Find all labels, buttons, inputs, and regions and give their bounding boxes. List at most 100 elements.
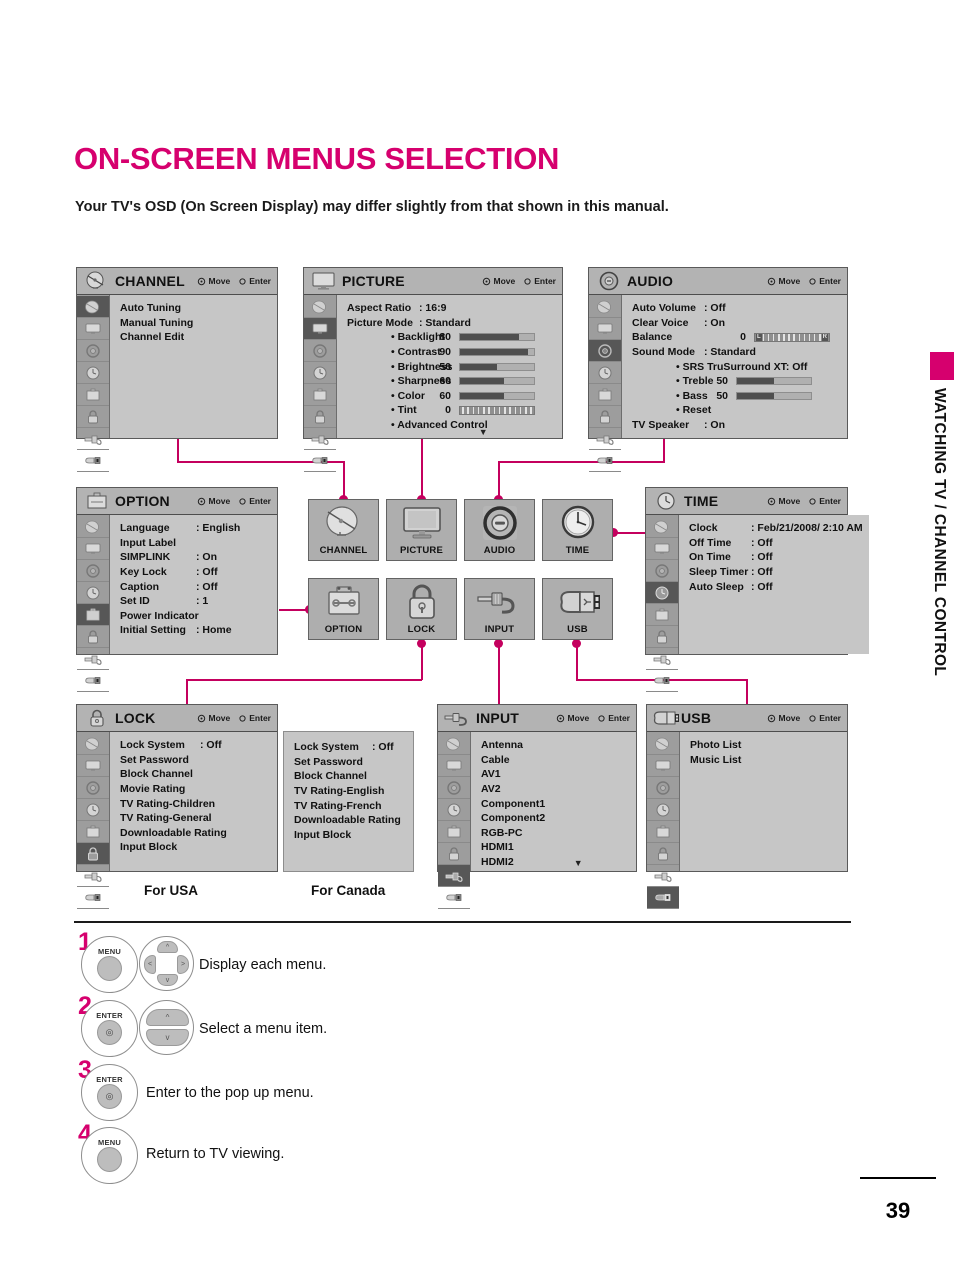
menu-icon-audio[interactable]: AUDIO [464,499,535,561]
rail-icon-option[interactable] [646,604,678,626]
menu-row-slider[interactable]: • Treble 50 [632,374,841,389]
rail-icon-channel[interactable] [77,516,109,538]
slider-bass[interactable] [736,391,812,400]
menu-row-slider[interactable]: • Tint 0 [347,403,556,418]
menu-row-slider[interactable]: • Backlight 80 [347,330,556,345]
rail-icon-picture[interactable] [646,538,678,560]
rail-icon-time[interactable] [77,582,109,604]
menu-row[interactable]: Manual Tuning [120,316,271,331]
rail-icon-input[interactable] [647,865,679,887]
rail-icon-option[interactable] [438,821,470,843]
rail-icon-channel[interactable] [647,733,679,755]
rail-icon-lock[interactable] [77,406,109,428]
menu-row[interactable]: Input Label [120,536,271,551]
rail-icon-audio[interactable] [77,777,109,799]
rail-icon-input[interactable] [304,428,336,450]
menu-button-knob[interactable] [97,1147,122,1172]
down-button[interactable]: v [146,1029,189,1046]
scroll-down-caret[interactable]: ▼ [521,859,637,868]
rail-icon-lock[interactable] [647,843,679,865]
rail-icon-lock[interactable] [77,843,109,865]
menu-row[interactable]: Sleep Timer: Off [689,565,863,580]
rail-icon-audio[interactable] [647,777,679,799]
menu-row[interactable]: Downloadable Rating [294,813,403,828]
menu-row[interactable]: Key Lock: Off [120,565,271,580]
menu-row[interactable]: Input Block [294,828,403,843]
menu-row[interactable]: Picture Mode: Standard [347,316,556,331]
rail-icon-time[interactable] [589,362,621,384]
slider-contrast[interactable] [459,348,535,357]
menu-row[interactable]: Block Channel [120,767,271,782]
rail-icon-channel[interactable] [304,296,336,318]
slider-color[interactable] [459,391,535,400]
rail-icon-usb[interactable] [647,887,679,909]
menu-row-slider[interactable]: • Contrast 90 [347,345,556,360]
up-button[interactable]: ^ [146,1009,189,1026]
menu-row[interactable]: Auto Tuning [120,301,271,316]
slider-brightness[interactable] [459,362,535,371]
menu-row[interactable]: Antenna [481,738,630,753]
rail-icon-picture[interactable] [77,755,109,777]
menu-row[interactable]: Cable [481,753,630,768]
menu-row[interactable]: TV Rating-English [294,784,403,799]
rail-icon-input[interactable] [77,865,109,887]
menu-row[interactable]: Clock: Feb/21/2008/ 2:10 AM [689,521,863,536]
rail-icon-lock[interactable] [304,406,336,428]
rail-icon-channel[interactable] [589,296,621,318]
menu-row[interactable]: TV Rating-French [294,798,403,813]
enter-button-knob[interactable]: ◎ [97,1020,122,1045]
rail-icon-picture[interactable] [77,318,109,340]
menu-row[interactable]: RGB-PC [481,826,630,841]
menu-row[interactable]: Component1 [481,796,630,811]
menu-icon-channel[interactable]: CHANNEL [308,499,379,561]
menu-row[interactable]: TV Rating-General [120,811,271,826]
menu-icon-option[interactable]: OPTION [308,578,379,640]
rail-icon-lock[interactable] [646,626,678,648]
slider-backlight[interactable] [459,333,535,342]
menu-icon-lock[interactable]: LOCK [386,578,457,640]
menu-row[interactable]: Music List [690,753,841,768]
enter-button-3[interactable]: ENTER ◎ [81,1064,138,1121]
menu-button-4[interactable]: MENU [81,1127,138,1184]
rail-icon-time[interactable] [646,582,678,604]
menu-button-1[interactable]: MENU [81,936,138,993]
menu-row-slider[interactable]: • Bass 50 [632,389,841,404]
nav-up-button[interactable]: ^ [157,941,178,953]
menu-icon-picture[interactable]: PICTURE [386,499,457,561]
rail-icon-option[interactable] [589,384,621,406]
nav-left-button[interactable]: < [144,955,156,974]
up-down-control[interactable]: ^ v [139,1000,194,1055]
menu-row[interactable]: Set Password [120,753,271,768]
rail-icon-channel[interactable] [77,733,109,755]
rail-icon-option[interactable] [77,604,109,626]
rail-icon-usb[interactable] [77,887,109,909]
rail-icon-option[interactable] [647,821,679,843]
menu-row[interactable]: Lock System: Off [120,738,271,753]
menu-row[interactable]: AV2 [481,782,630,797]
menu-row[interactable]: Set Password [294,755,403,770]
enter-button-knob[interactable]: ◎ [97,1084,122,1109]
menu-row[interactable]: Caption: Off [120,579,271,594]
menu-row[interactable]: Lock System: Off [294,740,403,755]
menu-row[interactable]: Set ID: 1 [120,594,271,609]
menu-row[interactable]: Initial Setting: Home [120,623,271,638]
rail-icon-picture[interactable] [77,538,109,560]
rail-icon-channel[interactable] [646,516,678,538]
menu-row[interactable]: • SRS TruSurround XT: Off [632,359,841,374]
slider-sharpness[interactable] [459,377,535,386]
rail-icon-usb[interactable] [304,450,336,472]
rail-icon-usb[interactable] [77,450,109,472]
slider-balance[interactable]: LR [754,332,830,342]
rail-icon-option[interactable] [304,384,336,406]
rail-icon-time[interactable] [77,362,109,384]
rail-icon-picture[interactable] [589,318,621,340]
menu-row-slider[interactable]: • Color 60 [347,389,556,404]
rail-icon-input[interactable] [646,648,678,670]
menu-row-balance[interactable]: Balance 0 LR [632,330,841,345]
rail-icon-audio[interactable] [304,340,336,362]
menu-button-knob[interactable] [97,956,122,981]
rail-icon-picture[interactable] [304,318,336,340]
rail-icon-channel[interactable] [438,733,470,755]
rail-icon-audio[interactable] [77,340,109,362]
rail-icon-usb[interactable] [646,670,678,692]
